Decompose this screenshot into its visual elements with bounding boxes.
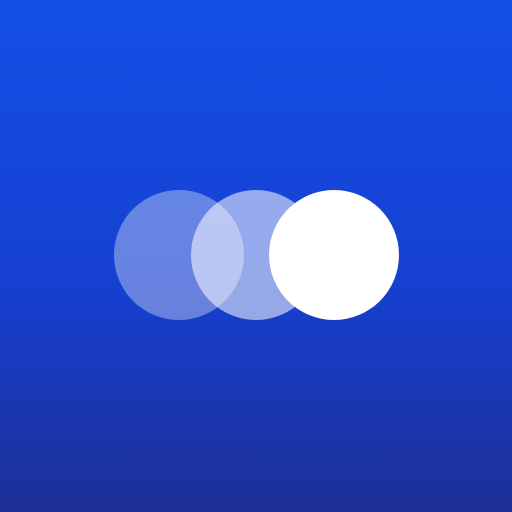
solid-circle-icon [269,190,399,320]
logo-mark [114,190,399,320]
app-icon-background [0,0,512,512]
